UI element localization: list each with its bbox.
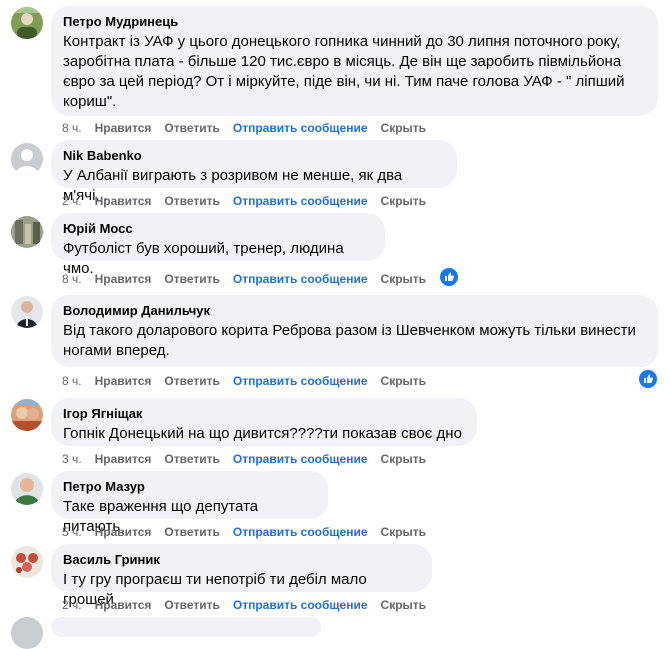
comment-author[interactable]: Петро Мазур xyxy=(63,479,316,495)
avatar[interactable] xyxy=(11,473,43,505)
like-button[interactable]: Нравится xyxy=(95,121,152,135)
hide-button[interactable]: Скрыть xyxy=(381,525,427,539)
avatar[interactable] xyxy=(11,399,43,431)
like-button[interactable]: Нравится xyxy=(95,452,152,466)
send-message-link[interactable]: Отправить сообщение xyxy=(233,452,368,466)
comment-actions: 2 ч. Нравится Ответить Отправить сообщение С… xyxy=(62,193,439,209)
reply-button[interactable]: Ответить xyxy=(164,525,219,539)
comment-actions: 8 ч. Нравится Ответить Отправить сообщение С… xyxy=(62,373,439,389)
comment-author[interactable]: Ігор Ягніщак xyxy=(63,406,465,422)
like-button[interactable]: Нравится xyxy=(95,194,152,208)
comment-bubble: Ігор Ягніщак Гопнік Донецький на що диви… xyxy=(51,398,477,446)
hide-button[interactable]: Скрыть xyxy=(381,598,427,612)
avatar[interactable] xyxy=(11,546,43,578)
reply-button[interactable]: Ответить xyxy=(164,121,219,135)
comment-bubble: Nik Babenko У Албанії виграють з розриво… xyxy=(51,140,457,204)
send-message-link[interactable]: Отправить сообщение xyxy=(233,272,368,286)
reply-button[interactable]: Ответить xyxy=(164,598,219,612)
hide-button[interactable]: Скрыть xyxy=(381,374,427,388)
like-reaction-icon[interactable] xyxy=(438,266,460,288)
send-message-link[interactable]: Отправить сообщение xyxy=(233,525,368,539)
comment-actions: 8 ч. Нравится Ответить Отправить сообщение С… xyxy=(62,120,439,136)
comment-text: Контракт із УАФ у цього донецького гопни… xyxy=(63,33,625,110)
comment-bubble: Петро Мудринець Контракт із УАФ у цього … xyxy=(51,6,658,116)
send-message-link[interactable]: Отправить сообщение xyxy=(233,374,368,388)
reply-button[interactable]: Ответить xyxy=(164,374,219,388)
reply-button[interactable]: Ответить xyxy=(164,272,219,286)
comment-time[interactable]: 5 ч. xyxy=(62,525,82,539)
avatar[interactable] xyxy=(11,143,43,175)
comment-actions: 8 ч. Нравится Ответить Отправить сообщение С… xyxy=(62,271,439,287)
comment-author[interactable]: Nik Babenko xyxy=(63,148,445,164)
comment-actions: 2 ч. Нравится Ответить Отправить сообщение С… xyxy=(62,597,439,613)
hide-button[interactable]: Скрыть xyxy=(381,121,427,135)
avatar[interactable] xyxy=(11,296,43,328)
comment-time[interactable]: 2 ч. xyxy=(62,194,82,208)
hide-button[interactable]: Скрыть xyxy=(381,272,427,286)
comment-author[interactable]: Петро Мудринець xyxy=(63,14,646,30)
comment-bubble: Петро Мазур Таке враження що депутата пи… xyxy=(51,471,328,535)
comment-bubble xyxy=(51,617,321,637)
hide-button[interactable]: Скрыть xyxy=(381,194,427,208)
like-button[interactable]: Нравится xyxy=(95,272,152,286)
avatar[interactable] xyxy=(11,617,43,649)
like-button[interactable]: Нравится xyxy=(95,525,152,539)
comment-time[interactable]: 8 ч. xyxy=(62,272,82,286)
comment-author[interactable]: Василь Гриник xyxy=(63,552,420,568)
send-message-link[interactable]: Отправить сообщение xyxy=(233,598,368,612)
avatar[interactable] xyxy=(11,216,43,248)
like-button[interactable]: Нравится xyxy=(95,598,152,612)
avatar[interactable] xyxy=(11,7,43,39)
comment-actions: 3 ч. Нравится Ответить Отправить сообщение С… xyxy=(62,451,439,467)
comment-bubble: Володимир Данильчук Від такого доларовог… xyxy=(51,295,658,367)
like-button[interactable]: Нравится xyxy=(95,374,152,388)
comment-time[interactable]: 3 ч. xyxy=(62,452,82,466)
comment-time[interactable]: 2 ч. xyxy=(62,598,82,612)
send-message-link[interactable]: Отправить сообщение xyxy=(233,121,368,135)
comment-actions: 5 ч. Нравится Ответить Отправить сообщение С… xyxy=(62,524,439,540)
comment-bubble: Василь Гриник І ту гру програєш ти непот… xyxy=(51,544,432,608)
comment-bubble: Юрій Мосс Футболіст був хороший, тренер,… xyxy=(51,213,385,277)
comment-text: Від такого доларового корита Реброва раз… xyxy=(63,322,636,359)
comment-author[interactable]: Володимир Данильчук xyxy=(63,303,646,319)
comment-author[interactable]: Юрій Мосс xyxy=(63,221,373,237)
reply-button[interactable]: Ответить xyxy=(164,452,219,466)
comment-text: Гопнік Донецький на що дивится????ти пок… xyxy=(63,425,462,442)
like-reaction-icon[interactable] xyxy=(637,368,659,390)
comment-time[interactable]: 8 ч. xyxy=(62,374,82,388)
reply-button[interactable]: Ответить xyxy=(164,194,219,208)
hide-button[interactable]: Скрыть xyxy=(381,452,427,466)
comment-time[interactable]: 8 ч. xyxy=(62,121,82,135)
send-message-link[interactable]: Отправить сообщение xyxy=(233,194,368,208)
